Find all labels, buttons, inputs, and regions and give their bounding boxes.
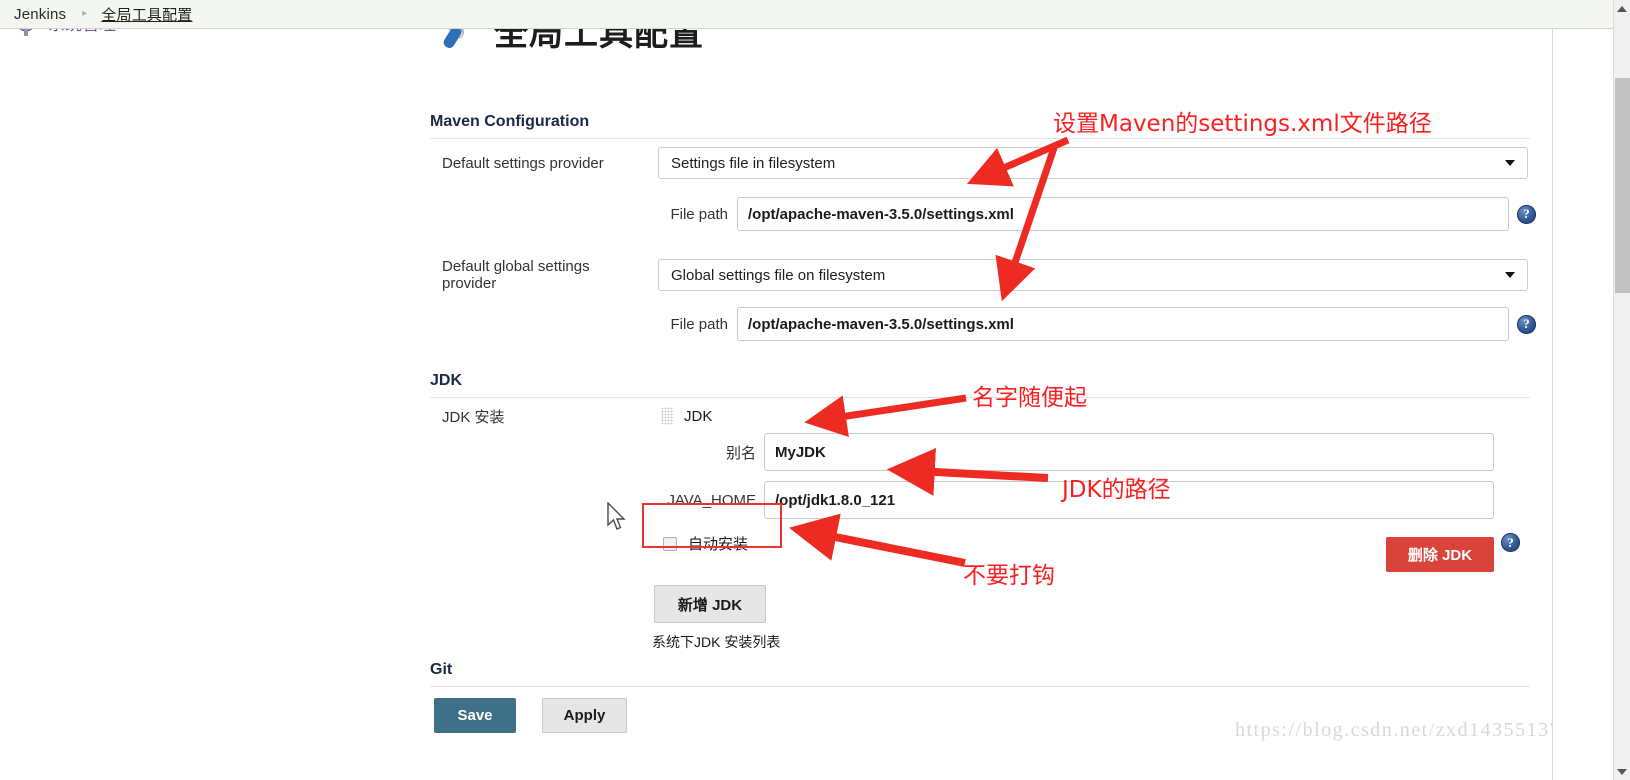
default-global-settings-provider-value: Global settings file on filesystem [671,266,886,284]
drag-handle-icon[interactable] [661,407,674,425]
default-global-settings-provider-row: Default global settings provider Global … [442,258,1532,292]
maven-global-settings-file-path-row: File path /opt/apache-maven-3.5.0/settin… [668,307,1538,341]
jdk-item-header: JDK [661,407,712,425]
apply-button[interactable]: Apply [542,698,627,733]
annotation-alias-any-name: 名字随便起 [972,385,1087,411]
scrollbar-down-arrow-icon[interactable] [1614,763,1630,780]
maven-global-settings-file-path-input[interactable]: /opt/apache-maven-3.5.0/settings.xml [737,307,1509,341]
vertical-scrollbar[interactable] [1613,0,1630,780]
default-settings-provider-value: Settings file in filesystem [671,154,836,172]
jdk-java-home-label: JAVA_HOME [667,491,756,509]
maven-global-settings-file-path-value: /opt/apache-maven-3.5.0/settings.xml [748,315,1014,333]
default-settings-provider-select[interactable]: Settings file in filesystem [658,147,1528,179]
maven-settings-file-path-value: /opt/apache-maven-3.5.0/settings.xml [748,205,1014,223]
chevron-down-icon [1505,272,1515,278]
jdk-java-home-value: /opt/jdk1.8.0_121 [775,491,896,509]
jdk-alias-value: MyJDK [775,443,826,461]
jdk-install-list-note: 系统下JDK 安装列表 [652,634,781,650]
delete-jdk-button[interactable]: 删除 JDK [1386,537,1494,572]
watermark: https://blog.csdn.net/zxd1435513775 [1235,719,1553,741]
scrollbar-up-arrow-icon[interactable] [1614,0,1630,17]
git-heading: Git [430,661,1530,687]
breadcrumb: Jenkins ▸ 全局工具配置 [0,0,1613,29]
scrollbar-thumb[interactable] [1615,78,1630,293]
help-icon-jdk[interactable]: ? [1501,533,1520,552]
breadcrumb-jenkins[interactable]: Jenkins [14,6,66,23]
save-button[interactable]: Save [434,698,516,733]
annotation-maven-settings-path: 设置Maven的settings.xml文件路径 [1053,111,1432,137]
default-settings-provider-row: Default settings provider Settings file … [442,147,1532,179]
default-settings-provider-label: Default settings provider [442,154,604,172]
file-path-label-2: File path [670,315,728,333]
jdk-alias-row: 别名 MyJDK [668,433,1494,471]
maven-settings-file-path-row: File path /opt/apache-maven-3.5.0/settin… [668,197,1538,231]
annotation-jdk-path: JDK的路径 [1062,477,1171,503]
jdk-install-label-row: JDK 安装 [442,406,622,427]
default-global-settings-provider-select[interactable]: Global settings file on filesystem [658,259,1528,291]
jenkins-global-tool-configuration-screen: 全局工具配置 Maven Configuration Default setti… [0,0,1630,780]
auto-install-checkbox-row[interactable]: 自动安装 [663,533,748,554]
annotation-do-not-check: 不要打钩 [963,563,1055,589]
help-icon-global-settings-file[interactable]: ? [1517,314,1536,334]
add-jdk-button[interactable]: 新增 JDK [654,585,766,623]
auto-install-checkbox[interactable] [663,536,677,551]
breadcrumb-separator-icon: ▸ [82,8,88,19]
file-path-label-1: File path [670,205,728,223]
main-content-area: 全局工具配置 Maven Configuration Default setti… [0,29,1553,780]
jdk-alias-input[interactable]: MyJDK [764,433,1494,471]
mouse-cursor [607,502,626,530]
jdk-install-label: JDK 安装 [442,409,505,426]
jdk-alias-label: 别名 [725,444,756,462]
default-global-settings-provider-label: Default global settings provider [442,258,590,292]
maven-settings-file-path-input[interactable]: /opt/apache-maven-3.5.0/settings.xml [737,197,1509,231]
jdk-item-title: JDK [684,407,713,425]
breadcrumb-current[interactable]: 全局工具配置 [101,4,192,25]
chevron-down-icon [1505,160,1515,166]
auto-install-label: 自动安装 [688,536,749,553]
help-icon-settings-file[interactable]: ? [1517,204,1536,224]
